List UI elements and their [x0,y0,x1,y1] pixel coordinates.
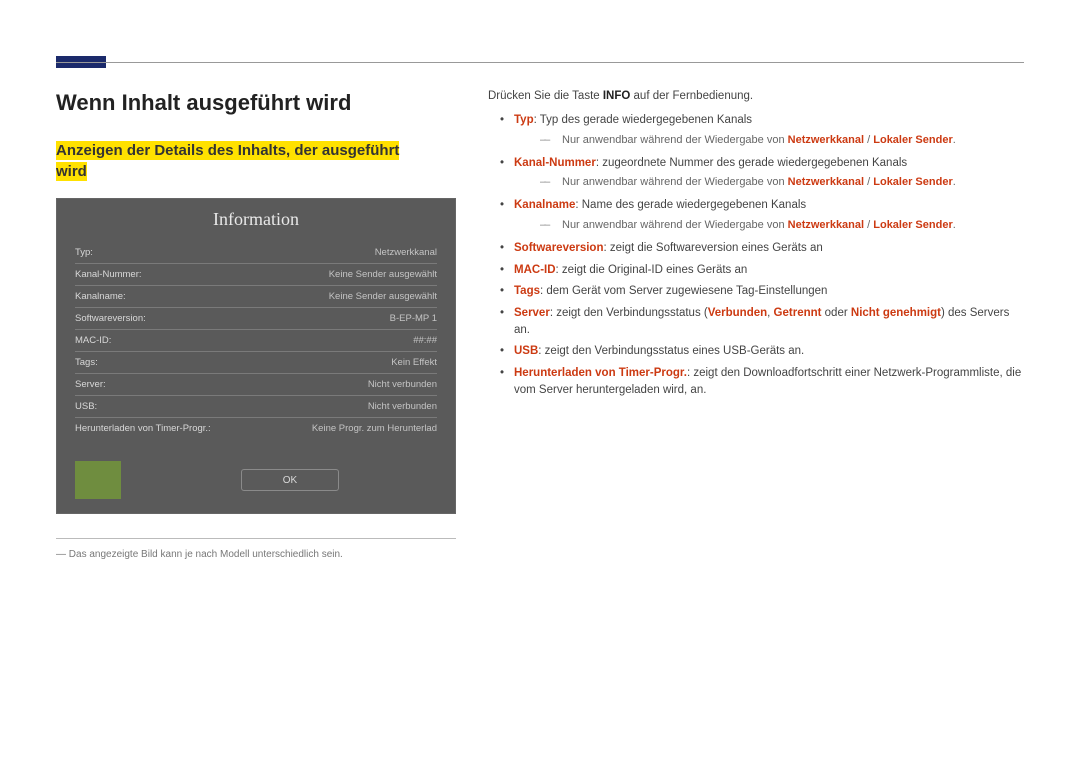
section-heading: Anzeigen der Details des Inhalts, der au… [56,140,456,182]
info-val: Keine Sender ausgewählt [329,269,437,280]
info-val: B-EP-MP 1 [390,313,437,324]
term-download: Herunterladen von Timer-Progr. [514,367,687,379]
info-key: Kanal-Nummer: [75,269,142,280]
info-row: Kanalname: Keine Sender ausgewählt [75,286,437,308]
info-key: MAC-ID: [75,335,111,346]
sub-note: Nur anwendbar während der Wiedergabe von… [534,175,1024,191]
left-column: Wenn Inhalt ausgeführt wird Anzeigen der… [56,90,456,723]
info-key: USB: [75,401,97,412]
info-key: Softwareversion: [75,313,146,324]
info-row: USB: Nicht verbunden [75,396,437,418]
information-dialog: Information Typ: Netzwerkkanal Kanal-Numm… [56,198,456,514]
list-item: Kanalname: Name des gerade wiedergegeben… [488,197,1024,234]
ok-button[interactable]: OK [241,469,339,491]
footnote: ― Das angezeigte Bild kann je nach Model… [56,538,456,560]
term-usb: USB [514,345,538,357]
info-val: Netzwerkkanal [375,247,437,258]
information-dialog-title: Information [57,199,455,242]
list-item: Kanal-Nummer: zugeordnete Nummer des ger… [488,155,1024,192]
header-rule [56,62,1024,63]
info-row: Softwareversion: B-EP-MP 1 [75,308,437,330]
info-val: Keine Progr. zum Herunterlad [312,423,437,434]
field-list: Typ: Typ des gerade wiedergegebenen Kana… [488,112,1024,398]
info-key: Server: [75,379,106,390]
info-key: Herunterladen von Timer-Progr.: [75,423,211,434]
info-row: Tags: Kein Effekt [75,352,437,374]
list-item: Typ: Typ des gerade wiedergegebenen Kana… [488,112,1024,149]
green-square-icon [75,461,121,499]
list-item: MAC-ID: zeigt die Original-ID eines Gerä… [488,262,1024,279]
sub-note: Nur anwendbar während der Wiedergabe von… [534,218,1024,234]
info-val: ##:## [413,335,437,346]
list-item: Server: zeigt den Verbindungsstatus (Ver… [488,305,1024,338]
list-item: Softwareversion: zeigt die Softwareversi… [488,240,1024,257]
section-heading-line2: wird [56,162,87,181]
term-kanalname: Kanalname [514,199,575,211]
term-server: Server [514,307,550,319]
info-row: MAC-ID: ##:## [75,330,437,352]
term-tags: Tags [514,285,540,297]
term-kanalnummer: Kanal-Nummer [514,157,596,169]
information-dialog-footer: OK [57,453,455,513]
list-item: Herunterladen von Timer-Progr.: zeigt de… [488,365,1024,398]
page-body: Wenn Inhalt ausgeführt wird Anzeigen der… [56,90,1024,723]
info-row: Server: Nicht verbunden [75,374,437,396]
info-val: Nicht verbunden [368,401,437,412]
info-key: Tags: [75,357,98,368]
key-name: INFO [603,90,630,102]
info-val: Nicht verbunden [368,379,437,390]
section-heading-line1: Anzeigen der Details des Inhalts, der au… [56,141,399,160]
info-row: Typ: Netzwerkkanal [75,242,437,264]
list-item: Tags: dem Gerät vom Server zugewiesene T… [488,283,1024,300]
list-item: USB: zeigt den Verbindungsstatus eines U… [488,343,1024,360]
right-column: Drücken Sie die Taste INFO auf der Fernb… [488,90,1024,723]
lead-sentence: Drücken Sie die Taste INFO auf der Fernb… [488,90,1024,102]
footnote-text: Das angezeigte Bild kann je nach Modell … [69,549,343,560]
information-dialog-body: Typ: Netzwerkkanal Kanal-Nummer: Keine Sen… [57,242,455,453]
info-row: Herunterladen von Timer-Progr.: Keine Pro… [75,418,437,439]
term-typ: Typ [514,114,534,126]
info-val: Keine Sender ausgewählt [329,291,437,302]
term-mac-id: MAC-ID [514,264,556,276]
sub-note: Nur anwendbar während der Wiedergabe von… [534,133,1024,149]
page-title: Wenn Inhalt ausgeführt wird [56,90,456,116]
info-key: Kanalname: [75,291,126,302]
info-val: Kein Effekt [391,357,437,368]
info-key: Typ: [75,247,93,258]
info-row: Kanal-Nummer: Keine Sender ausgewählt [75,264,437,286]
term-softwareversion: Softwareversion [514,242,603,254]
